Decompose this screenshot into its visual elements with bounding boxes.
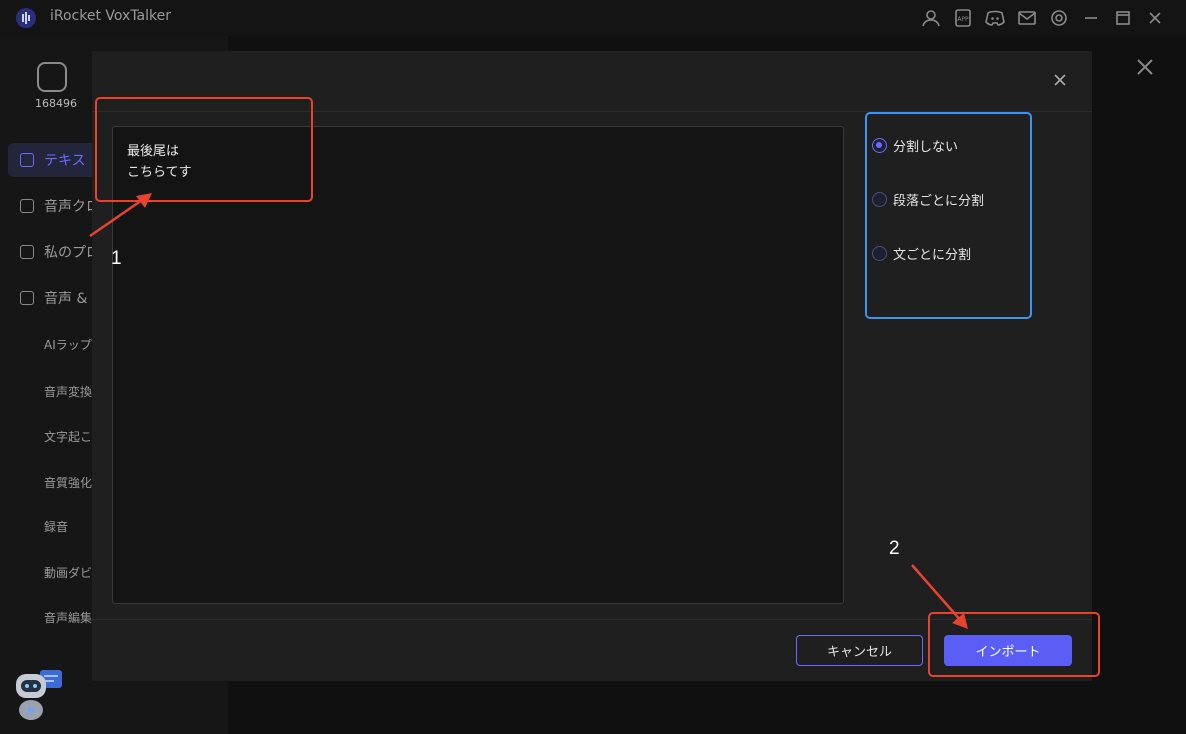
assistant-bot-icon[interactable] [14,668,64,722]
user-id: 168496 [35,97,77,110]
maximize-icon[interactable] [1111,6,1135,30]
clone-icon [20,199,34,213]
sidebar-item-voice-clone[interactable]: 音声クロ [20,193,100,219]
discord-icon[interactable] [983,6,1007,30]
cancel-button[interactable]: キャンセル [796,635,923,666]
app-icon[interactable]: APP [951,6,975,30]
sidebar-item-my-projects[interactable]: 私のプロ [20,239,100,265]
user-icon[interactable] [919,6,943,30]
sidebar-subitem-record[interactable]: 録音 [44,518,68,535]
sidebar-subitem-ai-rap[interactable]: AIラップ [44,336,92,353]
sidebar-subitem-video-dub[interactable]: 動画ダビ [44,564,92,581]
text-icon [20,153,34,167]
annotation-box-text [95,97,313,202]
app-title: iRocket VoxTalker [50,8,172,24]
sidebar-subitem-transcription[interactable]: 文字起こ [44,428,92,445]
sidebar-item-text[interactable]: テキス [20,147,86,173]
settings-icon[interactable] [1047,6,1071,30]
title-bar: iRocket VoxTalker APP [0,0,1186,36]
sidebar-item-label: テキス [44,153,86,169]
close-icon[interactable] [1143,6,1167,30]
user-avatar-icon[interactable] [37,62,67,92]
overlay-close-icon[interactable] [1134,56,1156,78]
folder-icon [20,245,34,259]
dialog-close-icon[interactable] [1053,73,1067,87]
sidebar-subitem-voice-changer[interactable]: 音声変換 [44,383,92,400]
mail-icon[interactable] [1015,6,1039,30]
svg-text:APP: APP [957,16,969,23]
sidebar-item-label: 音声 & [44,291,88,307]
sidebar-subitem-audio-edit[interactable]: 音声編集 [44,609,92,626]
annotation-box-options [865,112,1032,319]
app-logo-icon [16,8,36,28]
sidebar-subitem-audio-enhance[interactable]: 音質強化 [44,474,92,491]
annotation-label-1: 1 [111,248,122,269]
toolbox-icon [20,291,34,305]
sidebar-item-audio-tools[interactable]: 音声 & [20,285,87,311]
annotation-label-2: 2 [889,538,900,559]
annotation-box-import [928,612,1100,677]
minimize-icon[interactable] [1079,6,1103,30]
